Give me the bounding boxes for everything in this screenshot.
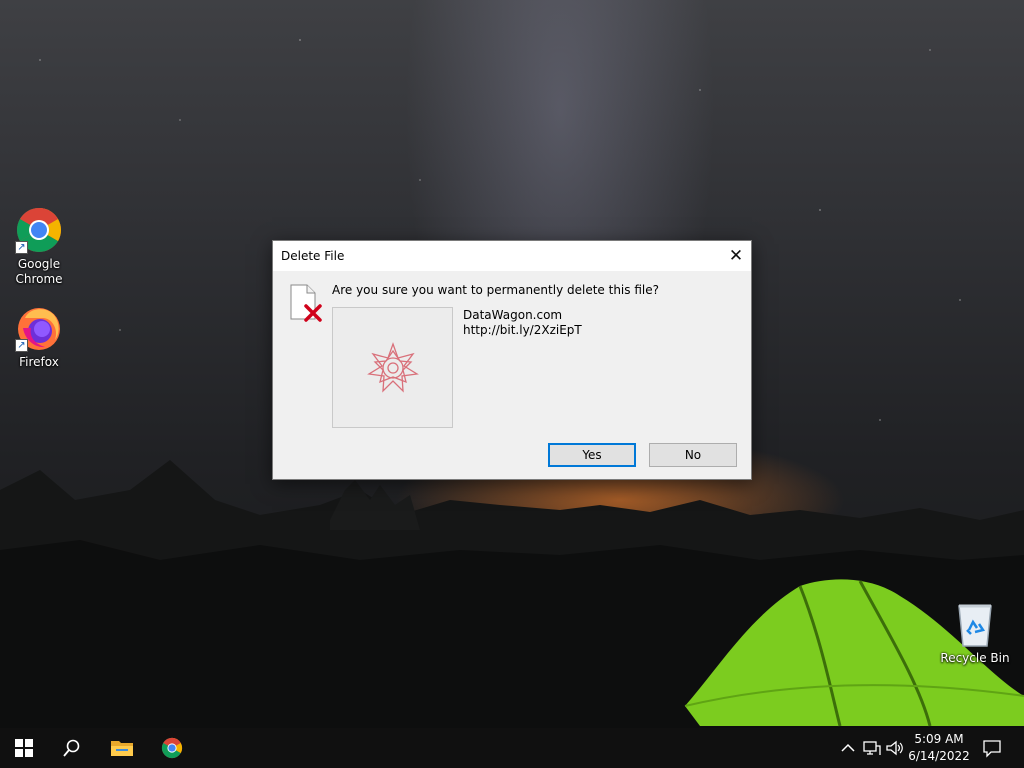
start-icon bbox=[15, 739, 33, 757]
delete-file-icon bbox=[290, 284, 322, 322]
start-button[interactable] bbox=[1, 728, 47, 768]
search-icon bbox=[63, 739, 80, 757]
chrome-taskbar-button[interactable] bbox=[149, 728, 195, 768]
file-name: DataWagon.com bbox=[463, 308, 563, 322]
recycle-bin-icon bbox=[951, 600, 999, 648]
clock-date: 6/14/2022 bbox=[908, 749, 970, 763]
shortcut-arrow-icon: ↗ bbox=[15, 339, 28, 352]
taskbar: 5:09 AM 6/14/2022 bbox=[0, 728, 1024, 768]
desktop-icon-label: Google Chrome bbox=[15, 257, 63, 286]
network-icon[interactable] bbox=[862, 738, 882, 758]
file-explorer-button[interactable] bbox=[99, 728, 145, 768]
clock-time: 5:09 AM bbox=[914, 732, 964, 746]
desktop-icon-google-chrome[interactable]: ↗ Google Chrome bbox=[1, 206, 77, 287]
chrome-icon: ↗ bbox=[15, 206, 63, 254]
chrome-icon bbox=[161, 737, 183, 759]
dialog-titlebar[interactable]: Delete File ✕ bbox=[273, 241, 751, 271]
file-explorer-icon bbox=[111, 741, 133, 756]
no-button[interactable]: No bbox=[649, 443, 737, 467]
desktop-icon-label: Firefox bbox=[19, 355, 59, 369]
desktop-icon-firefox[interactable]: ↗ Firefox bbox=[1, 304, 77, 370]
notification-icon[interactable] bbox=[982, 738, 1002, 758]
close-button[interactable]: ✕ bbox=[721, 241, 751, 271]
file-url: http://bit.ly/2XziEpT bbox=[463, 323, 582, 337]
file-thumbnail bbox=[332, 307, 453, 428]
taskbar-clock[interactable]: 5:09 AM 6/14/2022 bbox=[904, 731, 974, 765]
firefox-icon: ↗ bbox=[15, 304, 63, 352]
file-logo-icon bbox=[367, 342, 419, 393]
search-button[interactable] bbox=[49, 728, 95, 768]
chevron-up-icon[interactable] bbox=[838, 738, 858, 758]
dialog-title: Delete File bbox=[281, 249, 345, 263]
delete-file-dialog: Delete File ✕ Are you sure you want to p… bbox=[272, 240, 752, 480]
desktop-icon-recycle-bin[interactable]: Recycle Bin bbox=[937, 600, 1013, 666]
confirmation-question: Are you sure you want to permanently del… bbox=[332, 283, 659, 297]
volume-icon[interactable] bbox=[885, 738, 905, 758]
shortcut-arrow-icon: ↗ bbox=[15, 241, 28, 254]
yes-button[interactable]: Yes bbox=[548, 443, 636, 467]
desktop-icon-label: Recycle Bin bbox=[940, 651, 1010, 665]
